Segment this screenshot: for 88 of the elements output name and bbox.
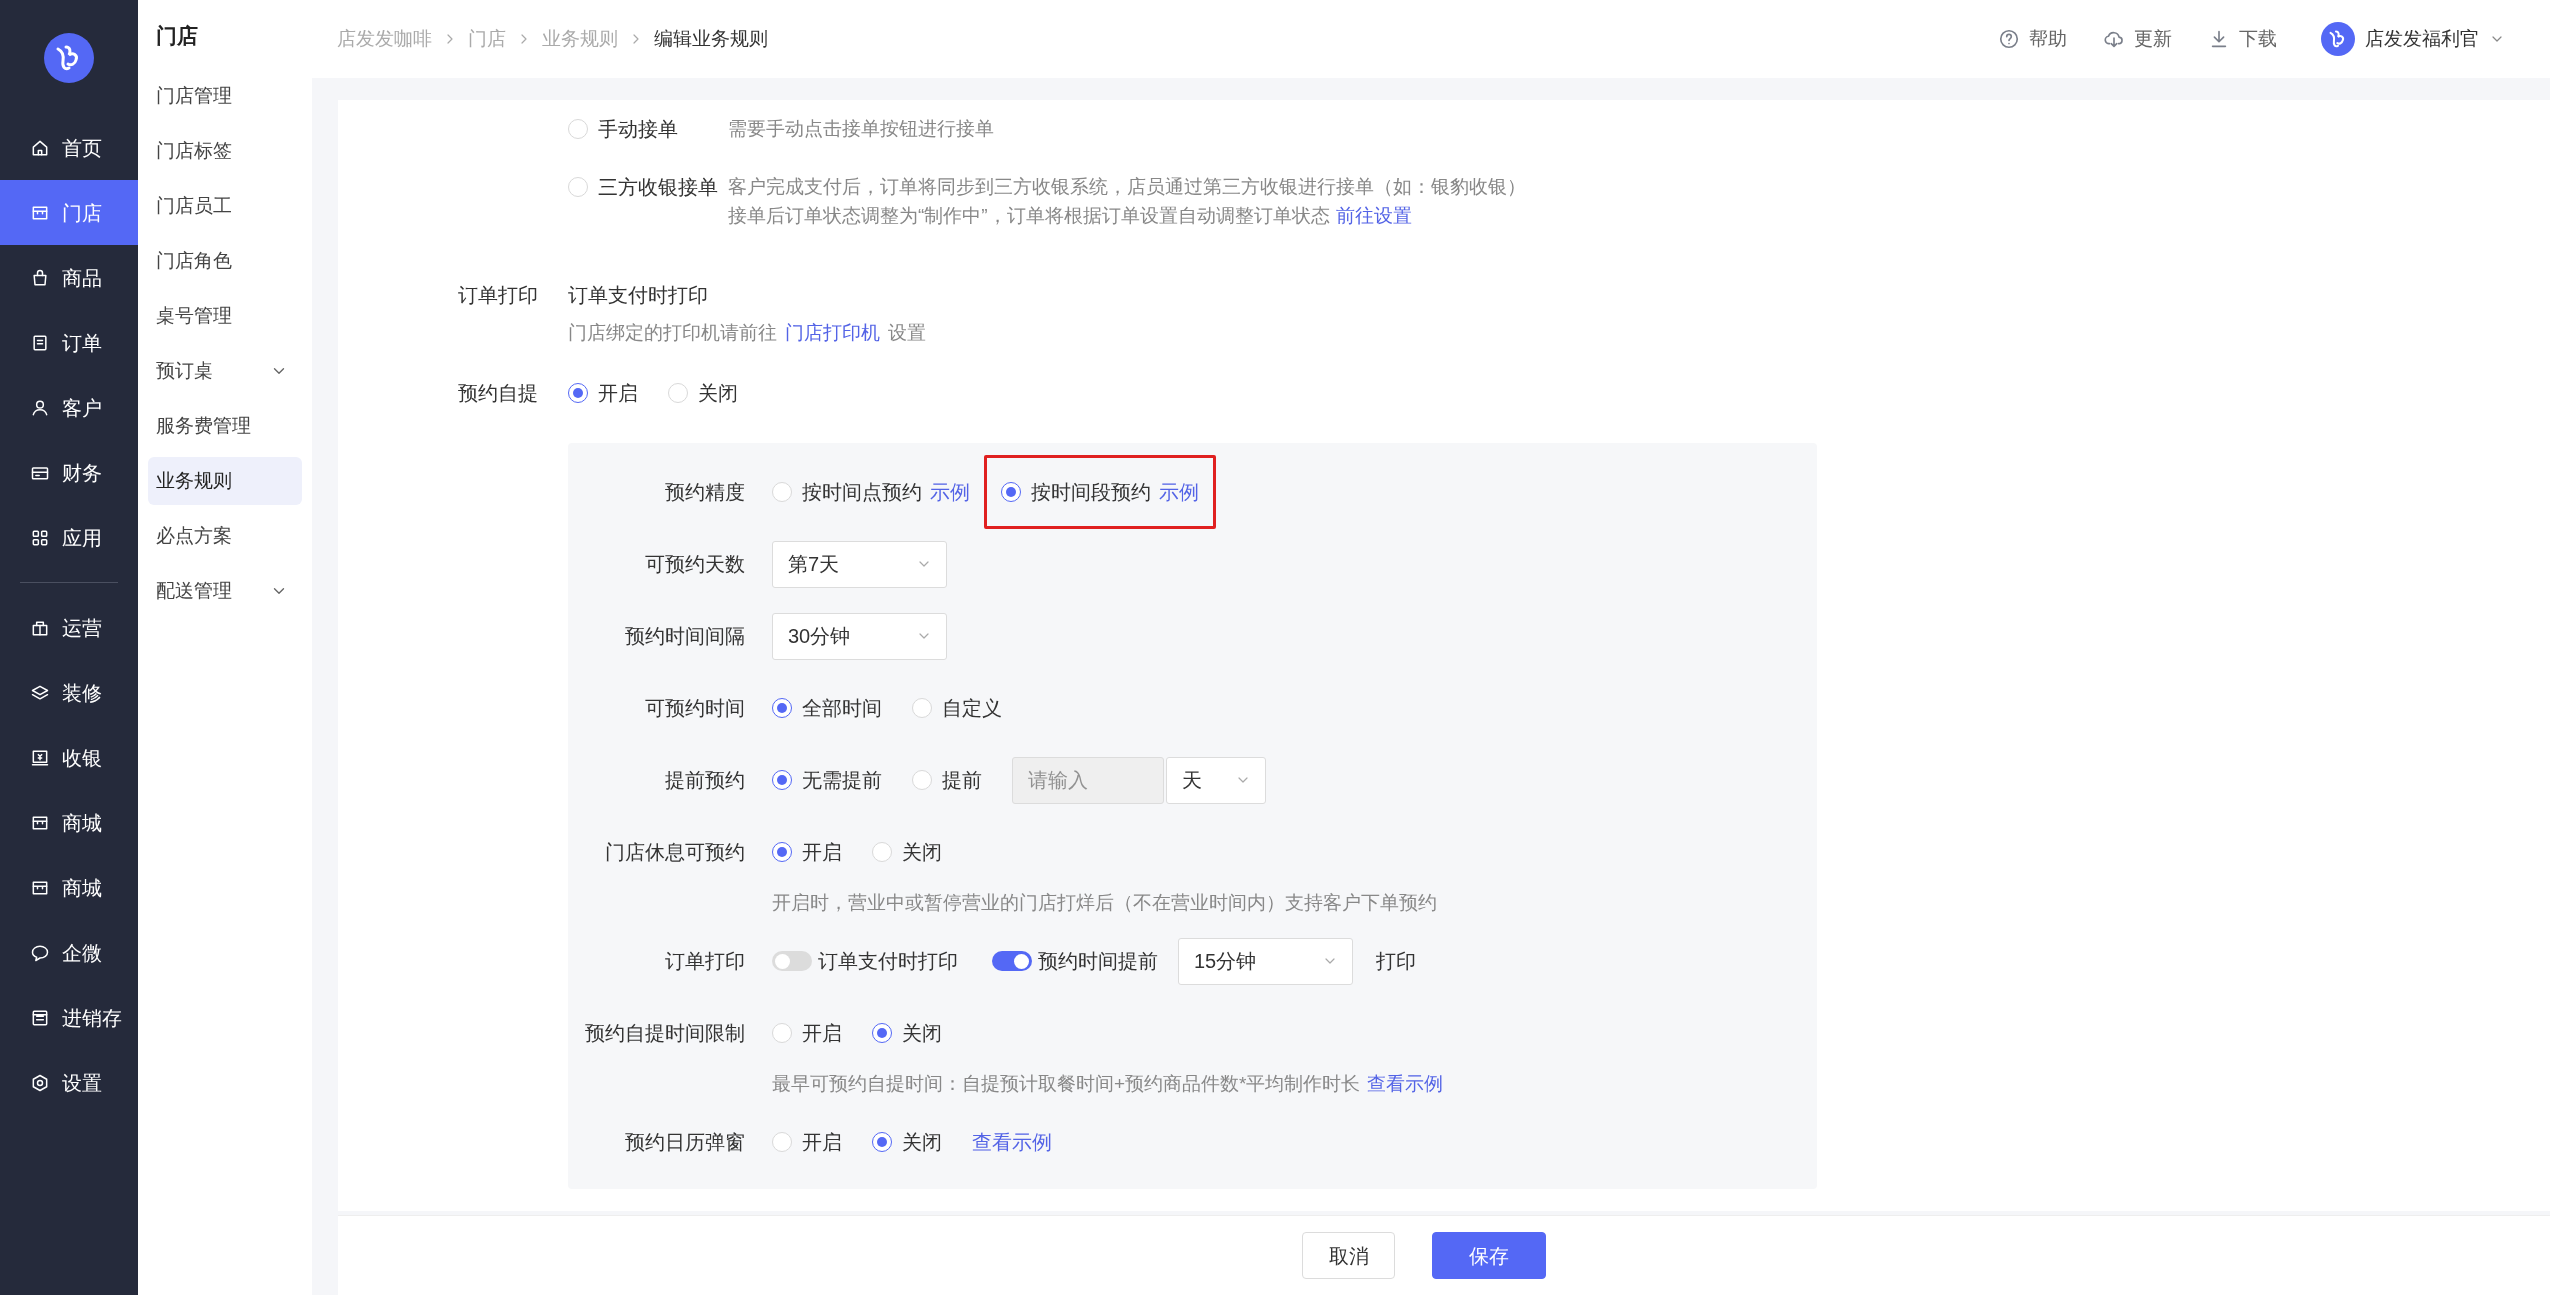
nav-item[interactable]: 首页 [0, 115, 138, 180]
submenu-item[interactable]: 门店标签 [148, 127, 302, 175]
select-field[interactable]: 30分钟 [772, 612, 947, 660]
form-label: 门店休息可预约 [604, 840, 745, 865]
link[interactable]: 示例 [1159, 477, 1199, 507]
form-label: 预约日历弹窗 [624, 1130, 745, 1155]
radio-option[interactable]: 关闭 [872, 1127, 942, 1157]
form-label: 预约自提时间限制 [584, 1021, 745, 1046]
user-menu[interactable]: 店发发福利官 [2321, 22, 2505, 56]
description-text: 客户完成支付后，订单将同步到三方收银系统，店员通过第三方收银进行接单（如：银豹收银） [728, 175, 1526, 199]
nav-item[interactable]: 门店 [0, 180, 138, 245]
header-action[interactable]: 更新 [2103, 24, 2172, 54]
submenu-item[interactable]: 门店角色 [148, 237, 302, 285]
nav-item[interactable]: 商城 [0, 790, 138, 855]
form-label: 订单打印 [664, 949, 745, 974]
radio-option[interactable]: 开启 [772, 837, 842, 867]
radio-option[interactable]: 开启 [568, 378, 638, 408]
radio-option[interactable]: 关闭 [668, 378, 738, 408]
radio-option[interactable]: 按时间点预约 [772, 477, 922, 507]
nav-item[interactable]: 财务 [0, 440, 138, 505]
nav-item[interactable]: 企微 [0, 920, 138, 985]
nav-item[interactable]: 应用 [0, 505, 138, 570]
form-label: 可预约时间 [644, 696, 745, 721]
submenu-item[interactable]: 桌号管理 [148, 292, 302, 340]
help-icon [1998, 28, 2020, 50]
hint-text: 门店绑定的打印机请前往 [568, 321, 777, 345]
select-field[interactable]: 第7天 [772, 540, 947, 588]
toggle-switch[interactable] [992, 951, 1032, 971]
toggle-switch[interactable] [772, 951, 812, 971]
nav-item[interactable]: 商品 [0, 245, 138, 310]
form-label: 订单打印 [457, 283, 538, 308]
form-label: 可预约天数 [644, 552, 745, 577]
link[interactable]: 门店打印机 [785, 318, 880, 348]
form-label: 预约时间间隔 [624, 624, 745, 649]
link[interactable]: 查看示例 [1366, 1069, 1443, 1106]
radio-option[interactable]: 手动接单 [568, 113, 678, 144]
nav-item[interactable]: 客户 [0, 375, 138, 440]
nav-item[interactable]: 商城 [0, 855, 138, 920]
radio-option[interactable]: 三方收银接单 [568, 171, 718, 202]
submenu-item[interactable]: 业务规则 [148, 457, 302, 505]
settings-icon [30, 1072, 50, 1093]
radio-option[interactable]: 自定义 [912, 693, 1002, 723]
radio-option[interactable]: 开启 [772, 1018, 842, 1048]
avatar-icon [2321, 22, 2355, 56]
submenu-item[interactable]: 必点方案 [148, 512, 302, 560]
select-field[interactable]: 天 [1166, 756, 1266, 804]
description-text: 接单后订单状态调整为“制作中”，订单将根据订单设置自动调整订单状态 [728, 204, 1330, 228]
toggle-label: 订单支付时打印 [818, 949, 958, 974]
nav-item[interactable]: 收银 [0, 725, 138, 790]
submenu-item[interactable]: 配送管理 [148, 567, 302, 615]
radio-option[interactable]: 按时间段预约 [1001, 477, 1151, 507]
logo-icon [44, 32, 94, 83]
cancel-button[interactable]: 取消 [1302, 1232, 1395, 1279]
nav-item[interactable]: 运营 [0, 595, 138, 660]
form-label: 预约自提 [457, 381, 538, 406]
breadcrumb-item: 编辑业务规则 [654, 26, 768, 51]
save-button[interactable]: 保存 [1432, 1232, 1546, 1279]
radio-option[interactable]: 关闭 [872, 837, 942, 867]
form-label: 预约精度 [664, 480, 745, 505]
radio-option[interactable]: 无需提前 [772, 765, 882, 795]
radio-option[interactable]: 提前 [912, 765, 982, 795]
header-action[interactable]: 下载 [2208, 24, 2277, 54]
hint-text: 最早可预约自提时间：自提预计取餐时间+预约商品件数*平均制作时长 [772, 1072, 1361, 1096]
submenu-item[interactable]: 门店管理 [148, 72, 302, 120]
form-label: 提前预约 [664, 768, 745, 793]
header-action[interactable]: 帮助 [1998, 24, 2067, 54]
nav-item[interactable]: 订单 [0, 310, 138, 375]
submenu-item[interactable]: 预订桌 [148, 347, 302, 395]
link[interactable]: 查看示例 [972, 1127, 1052, 1157]
bag-icon [30, 267, 50, 288]
submenu-item[interactable]: 服务费管理 [148, 402, 302, 450]
toggle-label: 预约时间提前 [1038, 949, 1158, 974]
radio-option[interactable]: 关闭 [872, 1018, 942, 1048]
nav-item[interactable]: 装修 [0, 660, 138, 725]
submenu-item[interactable]: 门店员工 [148, 182, 302, 230]
description-text: 需要手动点击接单按钮进行接单 [728, 117, 994, 141]
suffix-text: 打印 [1376, 949, 1416, 974]
link[interactable]: 前往设置 [1335, 201, 1412, 230]
link[interactable]: 示例 [930, 477, 970, 507]
select-field[interactable]: 15分钟 [1178, 937, 1353, 985]
hint-text: 开启时，营业中或暂停营业的门店打烊后（不在营业时间内）支持客户下单预约 [772, 891, 1437, 915]
radio-option[interactable]: 开启 [772, 1127, 842, 1157]
submenu-title: 门店 [155, 23, 199, 50]
field-value: 订单支付时打印 [568, 283, 709, 308]
radio-option[interactable]: 全部时间 [772, 693, 882, 723]
nav-item[interactable]: 进销存 [0, 985, 138, 1050]
hint-text: 设置 [888, 321, 926, 345]
nav-item[interactable]: 设置 [0, 1050, 138, 1115]
